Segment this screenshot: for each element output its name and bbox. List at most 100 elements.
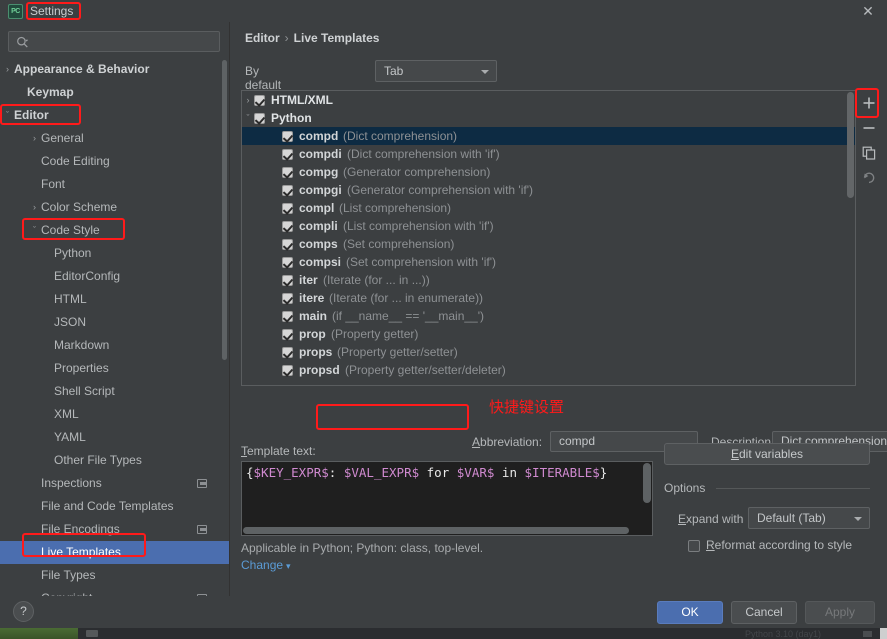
template-list-row[interactable]: › HTML/XML [242,91,855,109]
expand-with-combo[interactable]: Default (Tab) [748,507,870,529]
template-description-label: (Dict comprehension with 'if') [347,147,500,161]
template-enabled-checkbox[interactable] [254,113,265,124]
template-text-hscrollbar[interactable] [243,527,629,534]
sidebar-item-file-encodings[interactable]: File Encodings [0,518,229,541]
template-list-row[interactable]: compg (Generator comprehension) [242,163,855,181]
chevron-right-icon[interactable]: › [28,127,41,150]
sidebar-item-label: Color Scheme [41,200,118,214]
remove-template-button[interactable] [856,115,882,140]
sidebar-scrollbar[interactable] [222,60,227,360]
chevron-right-icon[interactable]: › [28,587,41,596]
search-input[interactable] [35,32,215,51]
chevron-down-icon[interactable]: ˇ [28,219,41,242]
template-token: $ITERABLE$ [524,465,600,480]
sidebar-item-yaml[interactable]: YAML [0,426,229,449]
help-button[interactable]: ? [13,601,34,622]
chevron-right-icon[interactable]: › [242,91,254,109]
default-expand-combo[interactable]: Tab [375,60,497,82]
template-list-row[interactable]: compsi (Set comprehension with 'if') [242,253,855,271]
chevron-down-icon[interactable]: ˇ [242,109,254,127]
sidebar-item-python[interactable]: Python [0,242,229,265]
template-enabled-checkbox[interactable] [282,293,293,304]
template-list-row[interactable]: props (Property getter/setter) [242,343,855,361]
ok-button[interactable]: OK [657,601,723,624]
breadcrumb-separator: › [284,31,289,45]
sidebar-item-keymap[interactable]: Keymap [0,81,229,104]
pycharm-logo-icon: PC [8,4,23,19]
template-list-row[interactable]: itere (Iterate (for ... in enumerate)) [242,289,855,307]
settings-scope-icon [197,479,207,488]
template-enabled-checkbox[interactable] [282,185,293,196]
template-abbreviation-label: compd [299,129,339,143]
template-enabled-checkbox[interactable] [282,131,293,142]
template-enabled-checkbox[interactable] [282,275,293,286]
template-list[interactable]: › HTML/XML ˇ Python compd (Dict comprehension… [241,90,856,386]
template-list-row[interactable]: iter (Iterate (for ... in ...)) [242,271,855,289]
close-icon[interactable]: ✕ [859,3,877,21]
chevron-right-icon[interactable]: › [1,58,14,81]
template-enabled-checkbox[interactable] [254,95,265,106]
settings-tree[interactable]: › Appearance & Behavior Keymap ˇ Editor › Gene… [0,58,229,596]
template-list-row[interactable]: compl (List comprehension) [242,199,855,217]
edit-variables-button[interactable]: Edit variables [664,443,870,465]
sidebar-item-code-editing[interactable]: Code Editing [0,150,229,173]
template-list-scrollbar[interactable] [847,92,854,198]
sidebar-item-file-types[interactable]: File Types [0,564,229,587]
template-list-row[interactable]: compd (Dict comprehension) [242,127,855,145]
template-list-row[interactable]: propsd (Property getter/setter/deleter) [242,361,855,379]
settings-search-box[interactable] [8,31,220,52]
template-enabled-checkbox[interactable] [282,365,293,376]
sidebar-item-properties[interactable]: Properties [0,357,229,380]
sidebar-item-code-style[interactable]: ˇ Code Style [0,219,229,242]
sidebar-item-editor[interactable]: ˇ Editor [0,104,229,127]
sidebar-item-appearance-behavior[interactable]: › Appearance & Behavior [0,58,229,81]
sidebar-item-xml[interactable]: XML [0,403,229,426]
sidebar-item-inspections[interactable]: Inspections [0,472,229,495]
template-enabled-checkbox[interactable] [282,239,293,250]
sidebar-item-live-templates[interactable]: Live Templates [0,541,229,564]
template-list-row[interactable]: comps (Set comprehension) [242,235,855,253]
template-list-row[interactable]: main (if __name__ == '__main__') [242,307,855,325]
template-toolbar [856,90,882,200]
cancel-button[interactable]: Cancel [731,601,797,624]
sidebar-item-general[interactable]: › General [0,127,229,150]
template-list-row[interactable]: compdi (Dict comprehension with 'if') [242,145,855,163]
template-text-editor[interactable]: {$KEY_EXPR$: $VAL_EXPR$ for $VAR$ in $IT… [241,461,653,536]
template-description-label: (Generator comprehension) [343,165,491,179]
template-list-row[interactable]: prop (Property getter) [242,325,855,343]
breadcrumb-parent[interactable]: Editor [245,31,280,45]
template-list-row[interactable]: ˇ Python [242,109,855,127]
chevron-down-icon[interactable]: ˇ [1,104,14,127]
template-enabled-checkbox[interactable] [282,203,293,214]
template-enabled-checkbox[interactable] [282,257,293,268]
template-enabled-checkbox[interactable] [282,311,293,322]
apply-button[interactable]: Apply [805,601,875,624]
template-enabled-checkbox[interactable] [282,329,293,340]
sidebar-item-color-scheme[interactable]: › Color Scheme [0,196,229,219]
template-enabled-checkbox[interactable] [282,149,293,160]
sidebar-item-font[interactable]: Font [0,173,229,196]
template-enabled-checkbox[interactable] [282,167,293,178]
change-context-link[interactable]: Change ▾ [241,558,291,572]
reformat-checkbox[interactable] [688,540,700,552]
template-text-vscrollbar[interactable] [643,463,651,503]
sidebar-item-html[interactable]: HTML [0,288,229,311]
sidebar-item-label: Shell Script [54,384,115,398]
search-icon [17,36,29,48]
template-enabled-checkbox[interactable] [282,347,293,358]
chevron-right-icon[interactable]: › [28,196,41,219]
sidebar-item-copyright[interactable]: ›Copyright [0,587,229,596]
sidebar-item-markdown[interactable]: Markdown [0,334,229,357]
template-enabled-checkbox[interactable] [282,221,293,232]
sidebar-item-shell-script[interactable]: Shell Script [0,380,229,403]
template-list-row[interactable]: compgi (Generator comprehension with 'if'… [242,181,855,199]
sidebar-item-editorconfig[interactable]: EditorConfig [0,265,229,288]
sidebar-item-other-file-types[interactable]: Other File Types [0,449,229,472]
add-template-button[interactable] [856,90,882,115]
background-wallpaper-sliver [0,628,78,639]
sidebar-item-json[interactable]: JSON [0,311,229,334]
duplicate-template-button[interactable] [856,140,882,165]
sidebar-item-file-and-code-templates[interactable]: File and Code Templates [0,495,229,518]
revert-template-button[interactable] [856,165,882,190]
template-list-row[interactable]: compli (List comprehension with 'if') [242,217,855,235]
